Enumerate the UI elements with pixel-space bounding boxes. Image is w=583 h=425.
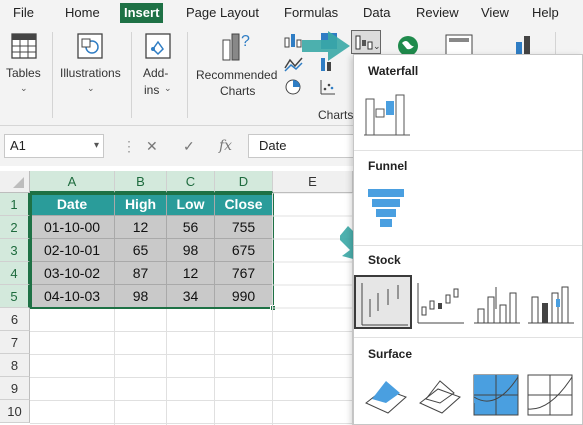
menu-data[interactable]: Data [359, 3, 394, 23]
row-header[interactable]: 5 [0, 285, 30, 308]
divider [354, 337, 582, 338]
select-all-corner[interactable] [0, 171, 30, 193]
svg-text:?: ? [241, 33, 250, 50]
section-title-funnel: Funnel [368, 159, 408, 173]
row-header[interactable]: 4 [0, 262, 30, 285]
column-header-a[interactable]: A [30, 171, 115, 193]
recommended-label-2: Charts [220, 84, 256, 98]
row-header[interactable]: 2 [0, 216, 30, 239]
tables-label: Tables [6, 66, 41, 80]
separator [187, 32, 188, 118]
chevron-down-icon: ⌄ [87, 83, 95, 93]
separator [131, 32, 132, 118]
contour-option[interactable] [472, 373, 524, 419]
cancel-button[interactable]: ✕ [146, 134, 158, 158]
empty-cells-gridlines [30, 193, 353, 425]
divider [354, 150, 582, 151]
chevron-down-icon: ⌄ [164, 83, 172, 93]
row-header[interactable]: 6 [0, 308, 30, 331]
select-all-triangle-icon [13, 177, 24, 188]
row-header[interactable]: 9 [0, 377, 30, 400]
row-header[interactable]: 10 [0, 400, 30, 423]
3d-surface-option[interactable] [362, 373, 414, 419]
high-low-close-stock-option[interactable] [354, 275, 412, 329]
column-header-e[interactable]: E [273, 171, 353, 193]
name-box[interactable]: A1 ▾ [4, 134, 104, 158]
menu-file[interactable]: File [9, 3, 38, 23]
recommended-charts-button[interactable]: ? Recommended Charts [190, 26, 282, 126]
menu-view[interactable]: View [477, 3, 513, 23]
ellipsis-icon: ⋮ [122, 138, 136, 154]
menu-home[interactable]: Home [61, 3, 104, 23]
funnel-chart-option[interactable] [362, 185, 414, 231]
charts-group-label: Charts [318, 108, 354, 122]
tables-button[interactable]: Tables ⌄ [0, 26, 50, 126]
menu-page-layout[interactable]: Page Layout [182, 3, 263, 23]
pie-chart-icon[interactable] [284, 78, 302, 96]
waterfall-stock-chart-button[interactable]: ⌄ [351, 30, 381, 54]
volume-high-low-close-option[interactable] [472, 279, 524, 325]
recommended-label-1: Recommended [196, 68, 278, 82]
name-box-value: A1 [10, 138, 26, 153]
menu-formulas[interactable]: Formulas [280, 3, 342, 23]
addins-label-1: Add- [143, 66, 169, 80]
waterfall-chart-icon: ⌄ [355, 35, 381, 51]
insert-function-button[interactable]: fx [219, 134, 232, 158]
row-header[interactable]: 7 [0, 331, 30, 354]
chevron-down-icon: ⌄ [20, 83, 28, 93]
illustrations-icon [77, 33, 103, 59]
waterfall-chart-option[interactable] [362, 91, 414, 137]
row-header[interactable]: 3 [0, 239, 30, 262]
column-header-b[interactable]: B [115, 171, 167, 193]
addins-label-2: ins [144, 83, 160, 97]
table-icon [11, 33, 37, 59]
row-header[interactable]: 1 [0, 193, 30, 216]
wireframe-3d-surface-option[interactable] [416, 373, 468, 419]
section-title-surface: Surface [368, 347, 413, 361]
illustrations-button[interactable]: Illustrations ⌄ [55, 26, 125, 126]
menu-review[interactable]: Review [412, 3, 463, 23]
menu-insert[interactable]: Insert [120, 3, 164, 23]
menu-help[interactable]: Help [528, 3, 563, 23]
menu-bar: File Home Insert Page Layout Formulas Da… [0, 0, 583, 26]
chevron-down-icon[interactable]: ▾ [94, 135, 99, 157]
svg-text:⌄: ⌄ [373, 41, 380, 51]
arrow-pointer-icon [302, 31, 350, 61]
addins-button[interactable]: Add- ins ⌄ [134, 26, 184, 126]
separator [52, 32, 53, 118]
chart-type-dropdown: Waterfall Funnel Stock Surface [353, 54, 583, 425]
volume-open-high-low-close-option[interactable] [526, 279, 578, 325]
illustrations-label: Illustrations [60, 66, 121, 80]
scatter-chart-icon[interactable] [319, 78, 337, 96]
enter-button[interactable]: ✓ [183, 134, 195, 158]
row-header[interactable]: 8 [0, 354, 30, 377]
column-header-d[interactable]: D [215, 171, 273, 193]
column-header-c[interactable]: C [167, 171, 215, 193]
wireframe-contour-option[interactable] [526, 373, 578, 419]
recommended-charts-icon: ? [222, 33, 250, 61]
section-title-waterfall: Waterfall [368, 64, 419, 78]
open-high-low-close-option[interactable] [416, 279, 468, 325]
divider [354, 245, 582, 246]
section-title-stock: Stock [368, 253, 401, 267]
addins-icon [145, 33, 171, 59]
